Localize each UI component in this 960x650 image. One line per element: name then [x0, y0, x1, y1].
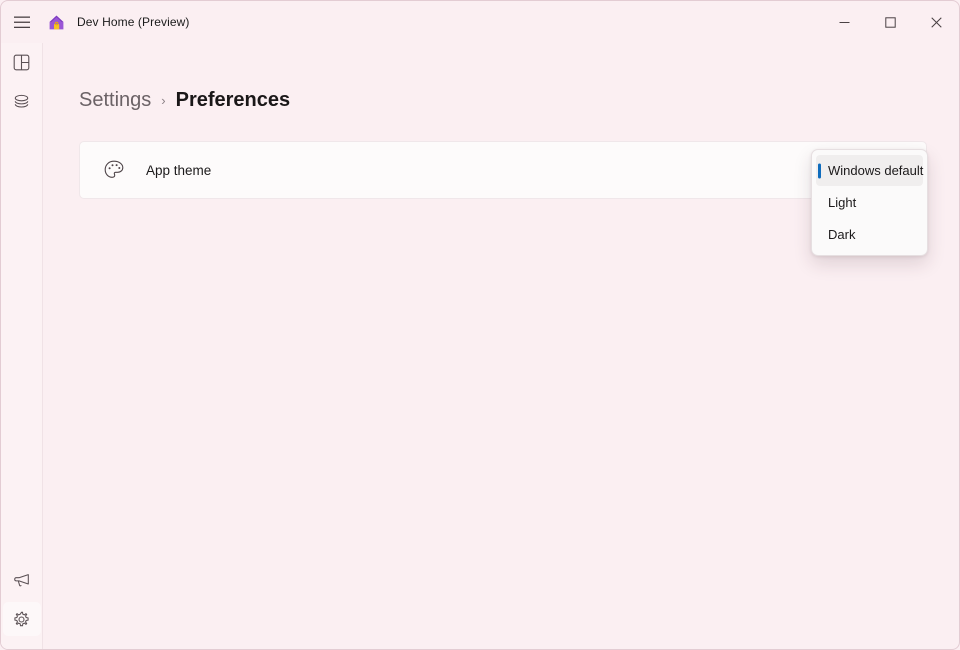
- title-bar: Dev Home (Preview): [1, 1, 959, 43]
- app-theme-label: App theme: [146, 162, 212, 178]
- breadcrumb-chevron-right-icon: ›: [161, 93, 166, 108]
- window-controls: [821, 1, 959, 43]
- app-theme-setting-card: App theme: [79, 141, 927, 199]
- navigation-rail-top: [3, 43, 41, 123]
- breadcrumb-item-settings[interactable]: Settings: [79, 89, 151, 112]
- dropdown-option-label: Light: [828, 195, 857, 210]
- dropdown-option-windows-default[interactable]: Windows default: [816, 155, 923, 186]
- paint-palette-icon: [102, 158, 126, 182]
- breadcrumb: Settings › Preferences: [79, 89, 290, 112]
- dropdown-option-dark[interactable]: Dark: [816, 219, 923, 250]
- sidebar-item-environments[interactable]: [3, 84, 41, 118]
- dropdown-option-light[interactable]: Light: [816, 187, 923, 218]
- gear-icon: [13, 611, 30, 628]
- minimize-icon[interactable]: [821, 1, 867, 43]
- sidebar-item-dashboard[interactable]: [3, 45, 41, 79]
- app-theme-dropdown-flyout[interactable]: Windows default Light Dark: [811, 149, 928, 256]
- dropdown-option-label: Dark: [828, 227, 856, 242]
- window-title: Dev Home (Preview): [77, 15, 190, 29]
- dev-home-house-icon: [47, 13, 65, 31]
- breadcrumb-item-preferences: Preferences: [175, 89, 291, 111]
- dashboard-layout-icon: [13, 54, 30, 71]
- sidebar-item-feedback[interactable]: [3, 563, 41, 597]
- sidebar-item-settings[interactable]: [2, 602, 41, 636]
- app-window: Dev Home (Preview) Settings › Preference…: [0, 0, 960, 650]
- dropdown-option-label: Windows default: [828, 163, 924, 178]
- maximize-icon[interactable]: [867, 1, 913, 43]
- main-content: Settings › Preferences App theme Windows…: [43, 43, 959, 649]
- navigation-rail: [1, 43, 43, 649]
- megaphone-icon: [13, 571, 31, 589]
- layers-stack-icon: [13, 93, 30, 110]
- hamburger-menu-icon[interactable]: [1, 1, 43, 43]
- close-icon[interactable]: [913, 1, 959, 43]
- navigation-rail-bottom: [2, 563, 41, 649]
